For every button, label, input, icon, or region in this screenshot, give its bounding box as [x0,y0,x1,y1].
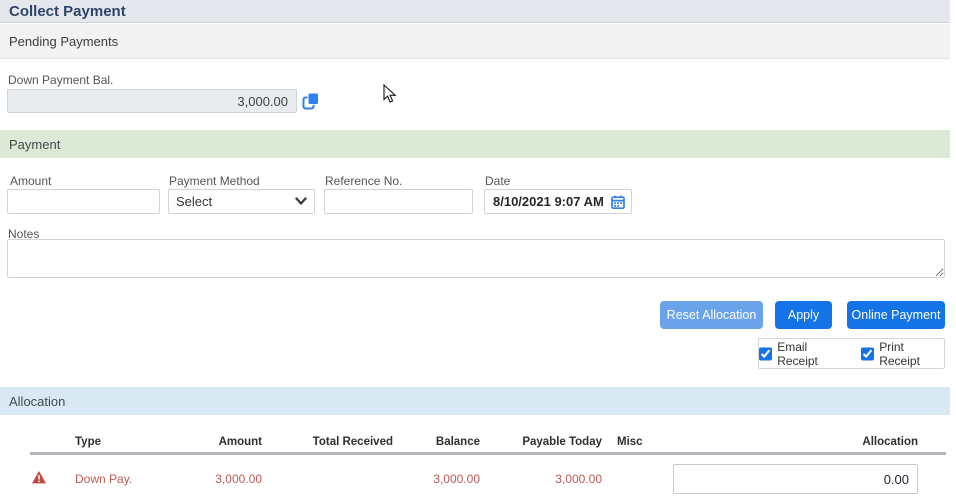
reference-no-input[interactable] [324,189,473,214]
print-receipt-checkbox[interactable] [861,346,875,361]
row-type: Down Pay. [75,472,133,486]
payment-method-value: Select [176,194,213,209]
email-receipt-checkbox[interactable] [759,346,773,361]
col-total-received: Total Received [312,436,393,448]
copy-icon[interactable] [302,92,320,110]
col-payable-today: Payable Today [522,436,602,448]
allocation-table-header: Type Amount Total Received Balance Payab… [30,433,946,451]
amount-label: Amount [10,174,52,188]
page-title: Collect Payment [9,2,126,20]
collect-payment-window: Collect Payment Pending Payments Down Pa… [0,0,956,503]
chevron-down-icon [295,194,307,209]
payment-section-header: Payment [0,130,950,158]
allocation-amount-input[interactable] [673,464,918,494]
email-receipt-label: Email Receipt [777,339,818,368]
email-receipt-option[interactable]: Email Receipt [759,340,847,368]
down-payment-balance-label: Down Payment Bal. [8,73,114,87]
payment-method-label: Payment Method [169,174,260,188]
apply-button[interactable]: Apply [775,301,832,329]
print-receipt-label: Print Receipt [879,339,920,368]
row-balance: 3,000.00 [433,472,480,486]
allocation-header-label: Allocation [9,393,66,409]
date-input[interactable] [484,189,632,214]
col-type: Type [75,436,101,448]
col-amount: Amount [218,436,262,448]
allocation-section-header: Allocation [0,387,950,415]
payment-method-select[interactable]: Select [168,189,315,214]
pending-payments-label: Pending Payments [9,33,119,49]
online-payment-button[interactable]: Online Payment [847,301,945,329]
row-amount: 3,000.00 [215,472,262,486]
print-receipt-option[interactable]: Print Receipt [861,340,944,368]
mouse-cursor [383,83,397,109]
payment-header-label: Payment [9,136,61,152]
receipt-options-panel: Email Receipt Print Receipt [758,338,945,369]
col-allocation: Allocation [862,436,918,448]
col-balance: Balance [435,436,480,448]
reset-allocation-button[interactable]: Reset Allocation [660,301,763,329]
col-misc: Misc [617,436,643,448]
reference-no-label: Reference No. [325,174,403,188]
row-payable-today: 3,000.00 [555,472,602,486]
date-field-wrapper [484,189,632,214]
calendar-icon[interactable] [611,195,625,214]
notes-textarea[interactable] [7,239,945,278]
title-bar: Collect Payment [0,0,950,23]
allocation-table-row: Down Pay. 3,000.00 3,000.00 3,000.00 [30,461,946,497]
table-header-divider [30,452,946,455]
date-label: Date [485,174,511,188]
down-payment-balance-field [7,89,297,113]
pending-payments-header: Pending Payments [0,24,950,59]
row-allocation-cell [654,464,946,494]
warning-icon [30,471,75,487]
amount-input[interactable] [7,189,160,214]
